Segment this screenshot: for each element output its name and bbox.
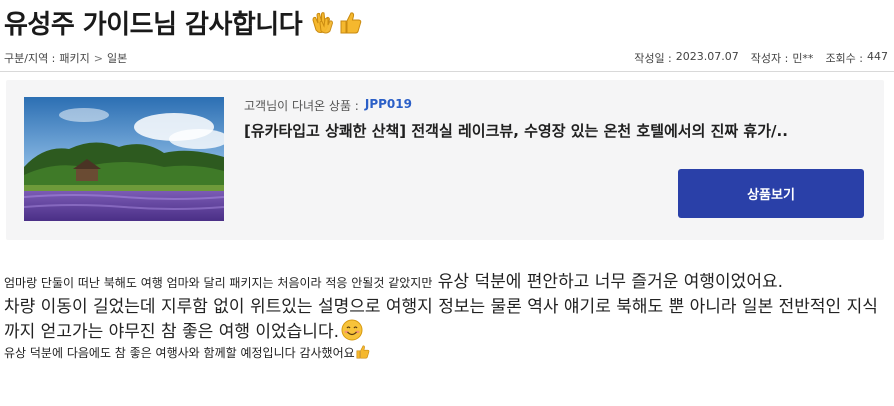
lavender-field-image bbox=[24, 97, 224, 221]
review-paragraph-3: 유상 덕분에 다음에도 참 좋은 여행사와 함께할 예정입니다 감사했어요 bbox=[4, 344, 888, 363]
review-p3-text: 유상 덕분에 다음에도 참 좋은 여행사와 함께할 예정입니다 감사했어요 bbox=[4, 346, 355, 360]
review-page: 유성주 가이드님 감사합니다 구분/지역 : 패키지 > 일본 작성일 : 20… bbox=[0, 0, 894, 406]
breadcrumb-label: 구분/지역 : bbox=[4, 52, 56, 65]
review-paragraph-1: 엄마랑 단둘이 떠난 북해도 여행 엄마와 달리 패키지는 처음이라 적응 안될… bbox=[4, 270, 888, 295]
meta-row: 구분/지역 : 패키지 > 일본 작성일 : 2023.07.07 작성자 : … bbox=[4, 50, 888, 66]
page-title: 유성주 가이드님 감사합니다 bbox=[4, 10, 303, 40]
post-author: 작성자 : 민** bbox=[751, 50, 814, 66]
views-label: 조회수 : bbox=[825, 52, 863, 65]
product-subtitle-label: 고객님이 다녀온 상품 : bbox=[244, 99, 359, 113]
review-paragraph-2: 차량 이동이 길었는데 지루함 없이 위트있는 설명으로 여행지 정보는 물론 … bbox=[4, 295, 888, 344]
thumbs-up-icon bbox=[340, 11, 362, 33]
date-value: 2023.07.07 bbox=[675, 50, 739, 63]
clapping-hands-icon bbox=[312, 11, 334, 33]
smiling-face-icon bbox=[341, 319, 363, 341]
product-thumbnail[interactable] bbox=[24, 97, 224, 221]
author-label: 작성자 : bbox=[750, 52, 789, 65]
header-divider bbox=[0, 71, 894, 72]
product-title[interactable]: [유카타입고 상쾌한 산책] 전객실 레이크뷰, 수영장 있는 온천 호텔에서의… bbox=[244, 120, 844, 141]
product-subtitle: 고객님이 다녀온 상품 : JPP019 bbox=[244, 97, 412, 114]
thumbs-up-icon bbox=[356, 345, 370, 359]
title-emojis bbox=[310, 10, 364, 36]
post-meta: 작성일 : 2023.07.07 작성자 : 민** 조회수 : 447 bbox=[634, 50, 888, 66]
review-p1-large: 유상 덕분에 편안하고 너무 즐거운 여행이었어요. bbox=[432, 272, 784, 292]
post-date: 작성일 : 2023.07.07 bbox=[634, 50, 739, 66]
review-body: 엄마랑 단둘이 떠난 북해도 여행 엄마와 달리 패키지는 처음이라 적응 안될… bbox=[4, 270, 888, 363]
review-p2-text: 차량 이동이 길었는데 지루함 없이 위트있는 설명으로 여행지 정보는 물론 … bbox=[4, 297, 878, 342]
product-card: 고객님이 다녀온 상품 : JPP019 [유카타입고 상쾌한 산책] 전객실 … bbox=[6, 80, 884, 240]
date-label: 작성일 : bbox=[634, 52, 672, 65]
post-views: 조회수 : 447 bbox=[825, 50, 888, 66]
views-value: 447 bbox=[867, 50, 888, 63]
product-code[interactable]: JPP019 bbox=[365, 97, 412, 114]
breadcrumb-region[interactable]: 일본 bbox=[107, 50, 127, 66]
breadcrumb: 구분/지역 : 패키지 > 일본 bbox=[4, 50, 127, 66]
review-p1-small: 엄마랑 단둘이 떠난 북해도 여행 엄마와 달리 패키지는 처음이라 적응 안될… bbox=[4, 276, 433, 290]
view-product-button[interactable]: 상품보기 bbox=[678, 169, 864, 218]
breadcrumb-separator: > bbox=[93, 51, 103, 65]
author-value: 민** bbox=[792, 52, 814, 65]
title-row: 유성주 가이드님 감사합니다 bbox=[4, 4, 364, 41]
breadcrumb-category[interactable]: 패키지 bbox=[59, 50, 89, 66]
